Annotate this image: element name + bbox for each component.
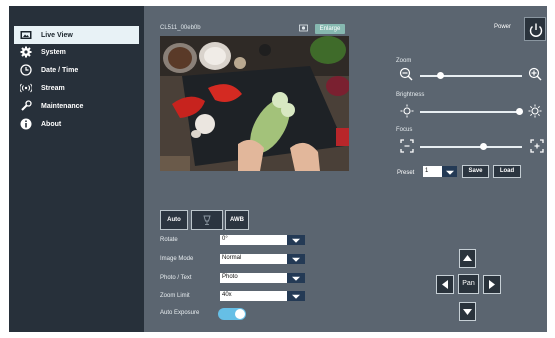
focus-far-icon[interactable]: [530, 139, 544, 153]
live-view-icon: [20, 31, 32, 39]
brightness-low-icon[interactable]: [400, 104, 414, 118]
brightness-slider-thumb[interactable]: [516, 108, 523, 115]
video-frame-image: [160, 36, 349, 171]
brightness-label: Brightness: [396, 92, 425, 98]
sidebar-item-stream[interactable]: Stream: [14, 79, 139, 97]
brightness-slider[interactable]: [420, 108, 523, 115]
zoom-slider-thumb[interactable]: [437, 72, 444, 79]
arrow-up-icon: [463, 255, 472, 261]
camera-name: CL511_00eb0b: [160, 25, 201, 31]
rotate-value: 0°: [222, 236, 228, 242]
power-icon: [529, 23, 543, 37]
auto-button[interactable]: Auto: [160, 210, 188, 230]
sidebar-item-system[interactable]: System: [14, 43, 139, 61]
power-label: Power: [494, 24, 512, 30]
awb-button[interactable]: AWB: [225, 210, 249, 230]
wrench-icon: [21, 100, 32, 111]
auto-exposure-toggle[interactable]: [218, 308, 246, 320]
zoom-out-icon[interactable]: [399, 67, 413, 81]
sidebar: Live View System Date / Time Stream Main…: [9, 6, 144, 332]
lamp-button[interactable]: [191, 210, 223, 230]
rotate-label: Rotate: [160, 237, 178, 243]
preset-dropdown[interactable]: 1: [423, 166, 457, 177]
preset-load-button[interactable]: Load: [493, 165, 521, 178]
focus-slider[interactable]: [420, 143, 522, 150]
chevron-down-icon[interactable]: [287, 291, 305, 301]
pan-center-button[interactable]: Pan: [458, 274, 479, 294]
chevron-down-icon[interactable]: [287, 254, 305, 264]
arrow-left-icon: [442, 280, 448, 289]
enlarge-button[interactable]: Enlarge: [315, 24, 345, 34]
arrow-down-icon: [463, 309, 472, 315]
pan-up-button[interactable]: [459, 249, 476, 268]
sidebar-item-label: Stream: [41, 84, 65, 92]
chevron-down-icon[interactable]: [442, 166, 457, 177]
sidebar-item-label: Live View: [41, 31, 73, 39]
lamp-icon: [203, 215, 211, 225]
zoom-in-icon[interactable]: [528, 67, 542, 81]
rotate-dropdown[interactable]: 0°: [220, 235, 305, 245]
power-button[interactable]: [524, 17, 546, 41]
zoom-label: Zoom: [396, 58, 412, 64]
preset-label: Preset: [397, 170, 415, 176]
sidebar-item-label: About: [41, 120, 62, 128]
chevron-down-icon[interactable]: [287, 235, 305, 245]
photo-text-value: Photo: [222, 274, 238, 280]
zoom-limit-label: Zoom Limit: [160, 293, 190, 299]
app-window: Live View System Date / Time Stream Main…: [9, 6, 547, 332]
stream-icon: [20, 83, 32, 93]
sidebar-item-maintenance[interactable]: Maintenance: [14, 97, 139, 115]
pan-right-button[interactable]: [483, 275, 501, 294]
sidebar-item-label: Maintenance: [41, 102, 84, 110]
focus-label: Focus: [396, 127, 413, 133]
live-video-feed[interactable]: [160, 36, 349, 171]
zoom-slider[interactable]: [420, 72, 522, 79]
image-mode-dropdown[interactable]: Normal: [220, 254, 305, 264]
focus-slider-thumb[interactable]: [480, 143, 487, 150]
sidebar-item-label: Date / Time: [41, 66, 79, 74]
photo-text-label: Photo / Text: [160, 275, 192, 281]
brightness-high-icon[interactable]: [528, 104, 542, 118]
zoom-limit-value: 40x: [222, 292, 232, 298]
image-mode-label: Image Mode: [160, 256, 194, 262]
gear-icon: [20, 46, 32, 58]
focus-near-icon[interactable]: [400, 139, 414, 153]
zoom-limit-dropdown[interactable]: 40x: [220, 291, 305, 301]
toggle-knob: [235, 309, 245, 319]
record-icon: [299, 24, 308, 32]
preset-save-button[interactable]: Save: [462, 165, 489, 178]
sidebar-item-label: System: [41, 48, 66, 56]
sidebar-item-about[interactable]: About: [14, 115, 139, 133]
clock-icon: [20, 64, 32, 76]
photo-text-dropdown[interactable]: Photo: [220, 273, 305, 283]
auto-exposure-label: Auto Exposure: [160, 310, 200, 316]
sidebar-item-date-time[interactable]: Date / Time: [14, 61, 139, 79]
pan-down-button[interactable]: [459, 302, 476, 321]
preset-value: 1: [425, 168, 429, 174]
pan-left-button[interactable]: [436, 275, 454, 294]
chevron-down-icon[interactable]: [287, 273, 305, 283]
sidebar-item-live-view[interactable]: Live View: [14, 26, 139, 44]
image-mode-value: Normal: [222, 255, 242, 261]
info-icon: [20, 118, 32, 130]
arrow-right-icon: [489, 280, 495, 289]
